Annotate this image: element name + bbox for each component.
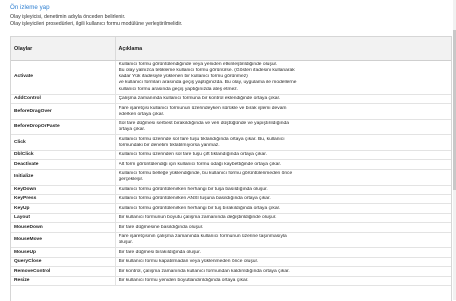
event-name: QueryClose <box>11 257 116 268</box>
table-row: QueryClose Bir kullanıcı formu kapatılmad… <box>11 257 451 268</box>
event-description: Bir kontrol, çalışma zamanında kullanıcı… <box>115 266 451 277</box>
description-line: formundaki bir denetim tıklatılmıyorsa y… <box>118 142 220 148</box>
event-name: Layout <box>11 213 116 224</box>
description-line: Bir fare düğmesi bırakıldığında oluşur. <box>118 249 201 255</box>
table-row: KeyPress Kullanıcı formu görüntülenirken … <box>11 194 451 205</box>
column-header-description: Açıklama <box>115 37 451 61</box>
intro-line: Olay işleyicileri prosedürleri, ilgili k… <box>10 20 183 27</box>
event-name: AddControl <box>11 94 116 105</box>
event-description: Kullanıcı formu üzerinden sol fare tuşu … <box>115 150 451 161</box>
table-row: KeyDown Kullanıcı formu görüntülenirken h… <box>11 185 451 195</box>
event-description: Kullanıcı formu belleğe yüklendiğinde, b… <box>115 169 451 186</box>
intro-text: Olay işleyicisi, denetimin adıyla öncede… <box>10 14 182 28</box>
table-row: MouseMove Fare işaretçisinin çalışma zama… <box>11 232 451 249</box>
event-name: BeforeDropOrPaste <box>11 119 116 136</box>
table-row: DblClick Kullanıcı formu üzerinden sol fa… <box>11 150 451 161</box>
table-row: Deactivate Alt form görüntülendiği için k… <box>11 159 451 170</box>
description-line: kullanıcı formu arasında geçiş yaptığını… <box>118 86 239 92</box>
event-description: Alt form görüntülendiği için kullanıcı f… <box>115 159 451 170</box>
event-description: Bir kullanıcı formu yeniden boyutlandırı… <box>115 276 451 287</box>
table-row: Click Kullanıcı formu üzerinde sol fare t… <box>11 134 451 151</box>
description-line: Bir kontrol, çalışma zamanında kullanıcı… <box>118 268 290 274</box>
event-description: Kullanıcı formu görüntülenirken ANSI tuş… <box>115 194 451 205</box>
event-name: Activate <box>11 60 116 95</box>
event-description: Sol fare düğmesi serbest bırakıldığında … <box>115 119 451 136</box>
event-description: Fare işaretçisinin çalışma zamanında kul… <box>115 232 451 249</box>
table-row: Activate Kullanıcı formu görüntülendiğind… <box>11 60 451 95</box>
table-row: BeforeDropOrPaste Sol fare düğmesi serbes… <box>11 119 451 136</box>
table-row: MouseUp Bir fare düğmesi bırakıldığında o… <box>11 247 451 258</box>
table-row: Initialize Kullanıcı formu belleğe yüklen… <box>11 169 451 186</box>
event-description: Bir kullanıcı formu kapatılmadan veya yü… <box>115 257 451 268</box>
event-description: Kullanıcı formu görüntülenirken herhangi… <box>115 203 451 214</box>
table-body: Activate Kullanıcı formu görüntülendiğind… <box>11 60 451 287</box>
description-line: Alt form görüntülendiği için kullanıcı f… <box>118 161 282 167</box>
description-line: ederken ortaya çıkar. <box>118 111 165 117</box>
description-line: Bir fare düğmesine basıldığında oluşur. <box>118 224 204 230</box>
table-row: AddControl Çalışma zamanında kullanıcı fo… <box>11 94 451 105</box>
event-name: KeyPress <box>11 194 116 205</box>
event-description: Kullanıcı formu görüntülenirken herhangi… <box>115 185 451 195</box>
table-row: RemoveControl Bir kontrol, çalışma zamanı… <box>11 266 451 277</box>
description-line: Çalışma zamanında kullanıcı formuna bir … <box>118 96 281 102</box>
event-description: Çalışma zamanında kullanıcı formuna bir … <box>115 94 451 105</box>
description-line: oluşur. <box>118 240 133 246</box>
event-name: DblClick <box>11 150 116 161</box>
table-header-row: Olaylar Açıklama <box>11 37 451 61</box>
event-description: Bir fare düğmesine basıldığında oluşur. <box>115 222 451 233</box>
description-line: ortaya çıkar. <box>118 127 146 133</box>
event-name: KeyDown <box>11 185 116 195</box>
event-description: Bir fare düğmesi bırakıldığında oluşur. <box>115 247 451 258</box>
description-line: gerçekleşir. <box>118 177 144 183</box>
event-description: Fare işaretçisi kullanıcı formunun üzeri… <box>115 103 451 120</box>
description-line: Kullanıcı formu görüntülenirken herhangi… <box>118 186 268 192</box>
description-line: Bir kullanıcı formu yeniden boyutlandırı… <box>118 278 249 283</box>
table-row: KeyUp Kullanıcı formu görüntülenirken her… <box>11 203 451 214</box>
events-table-container: Olaylar Açıklama Activate Kullanıcı formu… <box>10 36 452 301</box>
table-row: Resize Bir kullanıcı formu yeniden boyutl… <box>11 276 451 287</box>
event-name: MouseDown <box>11 222 116 233</box>
event-description: Kullanıcı formu görüntülendiğinde veya y… <box>115 60 451 95</box>
event-name: Resize <box>11 276 116 287</box>
event-description: Bir kullanıcı formunun boyutu çalışma za… <box>115 213 451 224</box>
table-row: MouseDown Bir fare düğmesine basıldığında… <box>11 222 451 233</box>
preview-link[interactable]: Ön izleme yap <box>10 4 50 11</box>
table-row: BeforeDragOver Fare işaretçisi kullanıcı … <box>11 103 451 120</box>
event-name: MouseUp <box>11 247 116 258</box>
event-description: Kullanıcı formu üzerinde sol fare tuşu t… <box>115 134 451 151</box>
description-line: Bir kullanıcı formu kapatılmadan veya yü… <box>118 259 259 265</box>
description-line: Bir kullanıcı formunun boyutu çalışma za… <box>118 215 277 221</box>
event-name: KeyUp <box>11 203 116 214</box>
events-table: Olaylar Açıklama Activate Kullanıcı formu… <box>11 37 451 287</box>
event-name: Initialize <box>11 169 116 186</box>
column-header-events: Olaylar <box>11 37 116 61</box>
event-name: Deactivate <box>11 159 116 170</box>
page: Ön izleme yap Olay işleyicisi, denetimin… <box>0 0 456 301</box>
description-line: Kullanıcı formu görüntülenirken ANSI tuş… <box>118 196 271 202</box>
intro-line: Olay işleyicisi, denetimin adıyla öncede… <box>10 14 126 20</box>
description-line: Kullanıcı formu üzerinden sol fare tuşu … <box>118 152 267 158</box>
event-name: RemoveControl <box>11 266 116 277</box>
event-name: BeforeDragOver <box>11 103 116 120</box>
event-name: Click <box>11 134 116 151</box>
table-row: Layout Bir kullanıcı formunun boyutu çalı… <box>11 213 451 224</box>
description-line: Kullanıcı formu görüntülenirken herhangi… <box>118 205 281 211</box>
event-name: MouseMove <box>11 232 116 249</box>
